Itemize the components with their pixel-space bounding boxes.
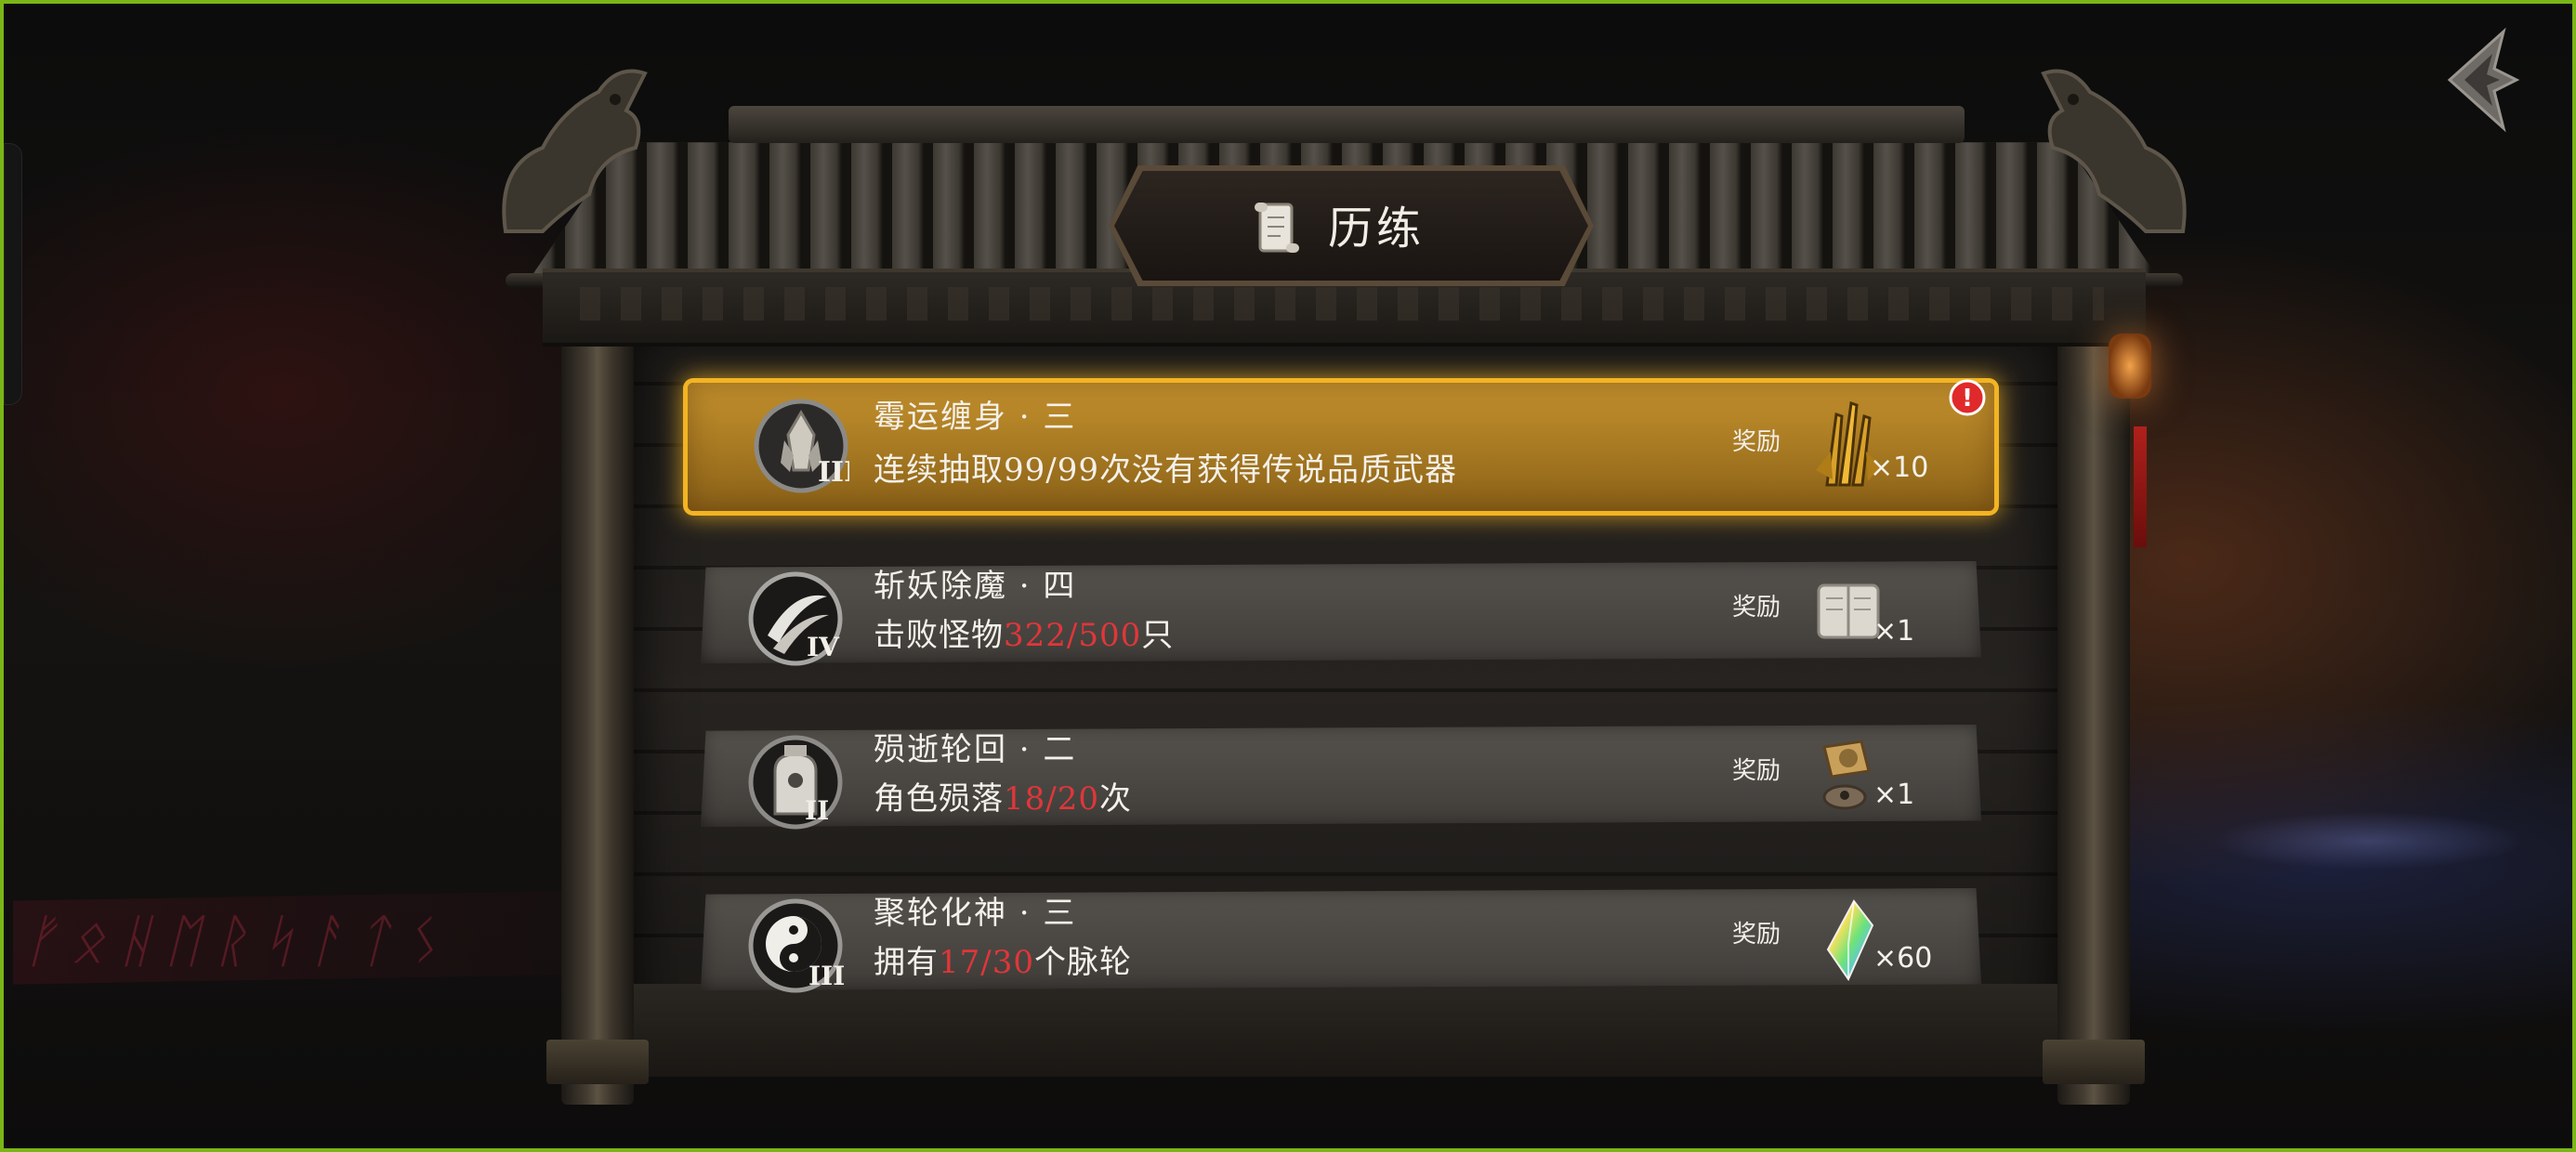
quest-tier-label: III [808,961,844,991]
reward-label: 奖励 [1732,594,1781,622]
quest-tier-label: II [805,795,829,826]
dragon-ornament-right-icon [2041,69,2187,233]
quest-name: 斩妖除魔 · 四 [874,568,1077,605]
left-pillar [561,334,634,1105]
side-panel-edge [4,143,22,405]
background-disc [2215,812,2522,870]
quest-desc-prefix: 击败怪物 [874,617,1004,654]
quest-tier-label: III [818,456,849,489]
quest-tier-label: IV [807,632,840,662]
quest-desc-suffix: 次 [1098,780,1132,818]
left-pillar-base [546,1040,649,1084]
page-title: 历练 [1328,203,1426,255]
reward-quantity: ×60 [1873,942,1933,975]
quest-progress: 322/500 [1004,617,1142,654]
quest-desc-suffix: 个脉轮 [1033,944,1132,981]
quest-card-chakra[interactable]: III 聚轮化神 · 三 拥有17/30个脉轮 奖励 ×60 [701,888,1981,993]
background-glyphs: ᚠᛟᚺᛖᚱᛋᚨᛏᛊ [22,907,451,975]
quest-description: 连续抽取99/99次没有获得传说品质武器 [874,450,1457,491]
alert-badge-icon: ! [1949,379,1986,416]
frieze-pattern [580,287,2104,321]
quest-description: 角色殒落18/20次 [874,779,1132,819]
quest-card-bad-luck[interactable]: III 霉运缠身 · 三 连续抽取99/99次没有获得传说品质武器 奖励 ×10… [688,379,1994,511]
quest-description: 击败怪物322/500只 [874,615,1174,656]
back-button[interactable] [2438,26,2528,134]
lantern-icon [2109,334,2151,399]
quest-card-reincarnation[interactable]: II 殒逝轮回 · 二 角色殒落18/20次 奖励 ×1 [701,725,1981,830]
game-screen: ᚠᛟᚺᛖᚱᛋᚨᛏᛊ 历练 II 霉运缠身 · 三 连续抽取99/99次没有获得传… [0,0,2576,1152]
reward-quantity: ×1 [1873,615,1915,648]
quest-desc-prefix: 角色殒落 [874,780,1004,818]
right-pillar [2057,334,2130,1105]
reward-label: 奖励 [1732,921,1781,949]
reward-quantity: ×10 [1870,452,1929,484]
quest-progress: 18/20 [1004,780,1099,818]
quest-name: 聚轮化神 · 三 [874,895,1077,932]
quest-desc-prefix: 拥有 [874,944,939,981]
back-arrow-icon [2447,27,2520,133]
scroll-icon [1255,203,1299,253]
quest-name: 霉运缠身 · 三 [874,399,1077,436]
quest-card-slay-demons[interactable]: IV 斩妖除魔 · 四 击败怪物322/500只 奖励 ×1 [701,561,1981,666]
right-pillar-base [2043,1040,2145,1084]
gate-wall-base [608,984,2085,1077]
quest-desc-prefix: 连续抽取99/99次没有获得传说品质武器 [874,452,1457,489]
yin-yang-medal-icon: III [748,898,844,993]
dragon-ornament-left-icon [502,69,648,233]
slash-medal-icon: IV [748,571,843,666]
roof-ridge [729,106,1965,143]
quest-desc-suffix: 只 [1141,617,1175,654]
red-tassel [2134,426,2147,547]
reward-quantity: ×1 [1873,779,1915,811]
quest-description: 拥有17/30个脉轮 [874,942,1132,983]
crystal-medal-icon: III [754,399,849,493]
quest-name: 殒逝轮回 · 二 [874,731,1077,768]
reward-label: 奖励 [1732,757,1781,785]
quest-progress: 17/30 [939,944,1034,981]
reward-label: 奖励 [1732,428,1781,456]
tombstone-medal-icon: II [748,735,843,830]
alert-mark: ! [1962,385,1973,412]
